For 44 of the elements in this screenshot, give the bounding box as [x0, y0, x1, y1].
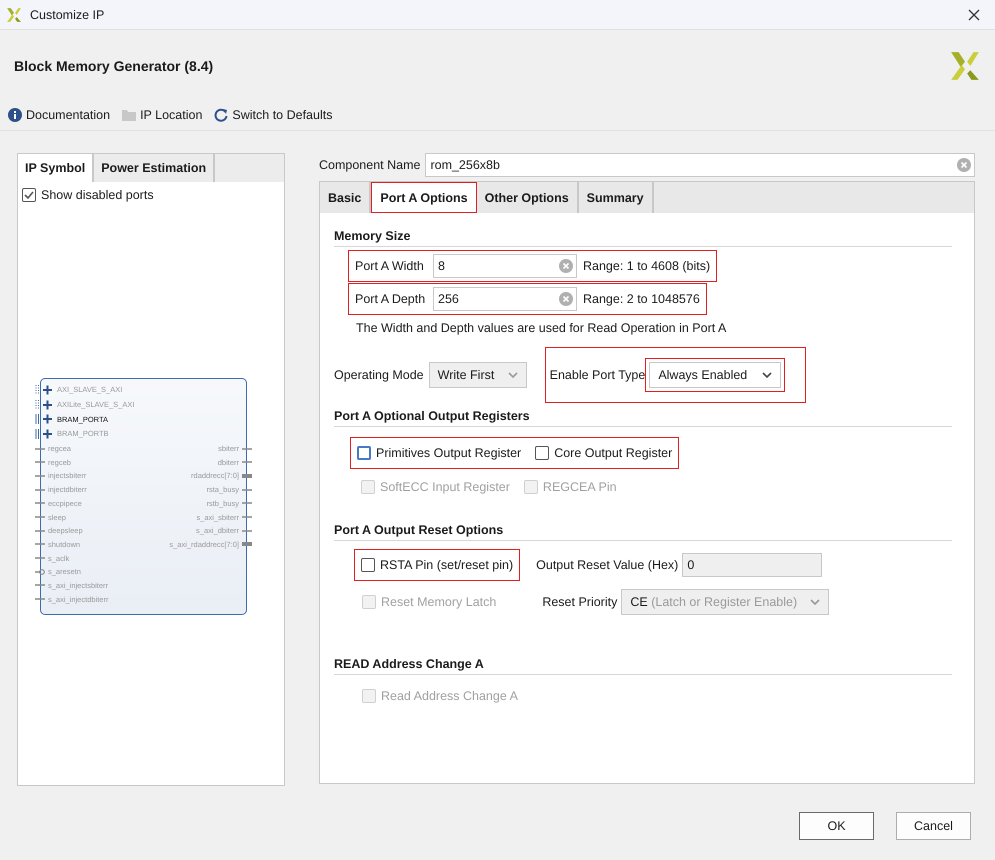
chevron-icon: [508, 372, 518, 378]
cancel-button[interactable]: Cancel: [896, 812, 971, 840]
clear-icon[interactable]: [559, 292, 573, 306]
port-type-dropdown[interactable]: Always Enabled: [649, 362, 782, 388]
checkbox[interactable]: Core Output Register: [535, 446, 672, 460]
field-label: Port A Depth: [355, 292, 426, 306]
checkbox[interactable]: RSTA Pin (set/reset pin): [361, 558, 514, 572]
ip-title: Block Memory Generator (8.4): [14, 58, 214, 74]
close-icon[interactable]: [968, 8, 980, 20]
section-title: Port A Optional Output Registers: [334, 409, 952, 427]
info-icon: [8, 108, 22, 122]
section-title: Port A Output Reset Options: [334, 523, 952, 541]
logo-icon: [6, 6, 22, 22]
chevron-icon: [762, 372, 772, 378]
check-icon: [24, 190, 34, 200]
section-title: READ Address Change A: [334, 657, 952, 675]
tab[interactable]: Port A Options: [371, 182, 477, 213]
toolbar-button[interactable]: IP Location: [122, 108, 202, 122]
checkbox[interactable]: Show disabled ports: [22, 188, 280, 202]
number-field[interactable]: 256: [433, 287, 577, 311]
field-label: Operating Mode: [334, 368, 424, 382]
component-name-field[interactable]: rom_256x8b: [425, 153, 975, 177]
folder-icon: [122, 109, 136, 121]
field-label: Port A Width: [355, 259, 425, 273]
note-text: The Width and Depth values are used for Read Operation in Port A: [355, 320, 728, 335]
toolbar-button[interactable]: Switch to Defaults: [214, 108, 332, 122]
field-label: Enable Port Type: [550, 368, 646, 382]
range-text: Range: 1 to 4608 (bits): [583, 259, 710, 273]
number-field[interactable]: 8: [433, 254, 577, 278]
section-title: Memory Size: [334, 229, 952, 247]
field-label: Reset Priority: [542, 595, 618, 609]
ok-button[interactable]: OK: [799, 812, 874, 840]
refresh-icon: [214, 108, 228, 122]
toolbar-button[interactable]: Documentation: [8, 108, 110, 122]
field-label: Component Name: [319, 158, 420, 172]
field-label: Output Reset Value (Hex): [536, 558, 678, 572]
checkbox[interactable]: Primitives Output Register: [357, 446, 522, 460]
clear-icon[interactable]: [559, 259, 573, 273]
clear-icon[interactable]: [957, 158, 971, 172]
window-title: Customize IP: [30, 8, 106, 22]
range-text: Range: 2 to 1048576: [583, 292, 700, 306]
logo-icon: [949, 50, 981, 82]
chevron-icon: [810, 599, 820, 605]
tab[interactable]: IP Symbol: [18, 154, 94, 182]
